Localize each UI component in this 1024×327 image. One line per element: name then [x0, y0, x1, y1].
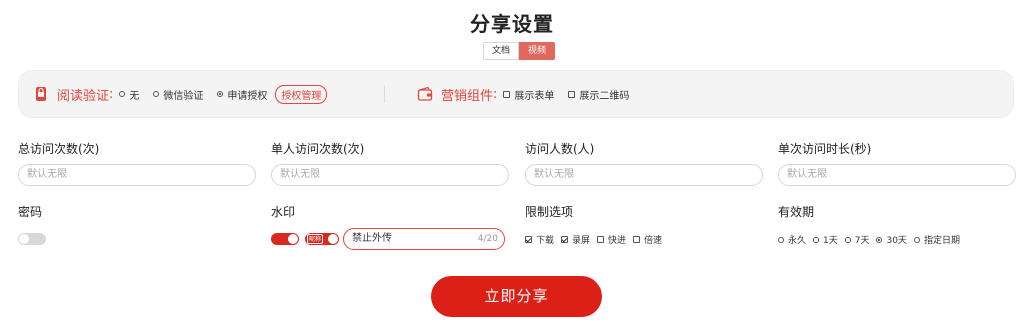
- radio-checked-icon: [217, 91, 224, 97]
- nickname-tag: 昵称: [307, 234, 324, 244]
- checkbox-icon: [568, 90, 576, 98]
- total-visits-label: 总访问次数(次): [18, 142, 100, 156]
- password-toggle[interactable]: [18, 233, 46, 245]
- checkbox-icon: [503, 90, 511, 98]
- nickname-toggle[interactable]: 昵称: [305, 233, 339, 245]
- marketing-colon: :: [493, 86, 498, 102]
- single-duration-label: 单次访问时长(秒): [778, 142, 872, 156]
- visitor-count-input[interactable]: 默认无限: [525, 164, 763, 186]
- radio-checked-icon: [876, 236, 883, 243]
- validity-option-30day[interactable]: 30天: [876, 233, 907, 246]
- phone-lock-icon: [36, 87, 46, 101]
- limits-label: 限制选项: [525, 205, 574, 219]
- marketing-title: 营销组件: [441, 88, 494, 104]
- share-now-button[interactable]: 立即分享: [431, 276, 602, 317]
- toggle-knob: [328, 234, 338, 244]
- radio-icon: [153, 91, 160, 97]
- radio-icon: [913, 236, 920, 243]
- watermark-text-input[interactable]: 禁止外传 4/20: [343, 228, 505, 250]
- radio-icon: [844, 236, 851, 243]
- limit-option-record[interactable]: 录屏: [561, 233, 590, 246]
- options-bar: 阅读验证 : 无 微信验证 申请授权 授权管理 营销组件 : 展示表单 展示二维…: [18, 70, 1014, 118]
- read-verify-group: 阅读验证 : 无 微信验证 申请授权 授权管理: [33, 71, 328, 117]
- single-visits-label: 单人访问次数(次): [271, 142, 365, 156]
- validity-options: 永久 1天 7天 30天 指定日期: [778, 233, 967, 246]
- option-label: 指定日期: [923, 236, 960, 246]
- radio-icon: [813, 236, 820, 243]
- read-verify-option-apply[interactable]: 申请授权: [217, 87, 267, 102]
- option-label: 展示表单: [514, 90, 555, 102]
- validity-option-1day[interactable]: 1天: [813, 233, 838, 246]
- total-visits-input[interactable]: 默认无限: [18, 164, 256, 186]
- toggle-knob: [288, 234, 298, 244]
- option-label: 30天: [886, 236, 907, 246]
- option-label: 申请授权: [227, 90, 268, 102]
- read-verify-option-wechat[interactable]: 微信验证: [153, 87, 203, 102]
- toggle-knob: [19, 234, 29, 244]
- option-label: 录屏: [572, 236, 591, 246]
- limit-option-download[interactable]: 下载: [525, 233, 554, 246]
- checkbox-checked-icon: [561, 236, 569, 243]
- marketing-option-form[interactable]: 展示表单: [503, 87, 554, 102]
- limit-option-speed[interactable]: 倍速: [633, 233, 662, 246]
- option-label: 无: [129, 90, 140, 102]
- radio-icon: [778, 236, 784, 243]
- validity-option-forever[interactable]: 永久: [778, 233, 806, 246]
- limit-options: 下载 录屏 快进 倍速: [525, 233, 669, 246]
- validity-label: 有效期: [778, 205, 815, 219]
- single-visits-input[interactable]: 默认无限: [271, 164, 509, 186]
- marketing-group: 营销组件 : 展示表单 展示二维码: [417, 71, 643, 117]
- char-counter: 4/20: [477, 234, 498, 244]
- checkbox-icon: [597, 236, 605, 243]
- single-duration-input[interactable]: 默认无限: [778, 164, 1016, 186]
- option-label: 微信验证: [163, 90, 204, 102]
- option-label: 1天: [823, 236, 838, 246]
- option-label: 永久: [788, 236, 807, 246]
- option-label: 7天: [854, 236, 870, 246]
- watermark-toggle[interactable]: [271, 233, 299, 245]
- wallet-icon: [417, 86, 433, 101]
- option-label: 倍速: [644, 236, 663, 246]
- radio-icon: [119, 91, 126, 97]
- visitor-count-label: 访问人数(人): [525, 142, 595, 156]
- doc-type-tabs: 文档 视频: [483, 42, 556, 60]
- marketing-option-qrcode[interactable]: 展示二维码: [568, 87, 629, 102]
- watermark-text: 禁止外传: [352, 233, 392, 244]
- auth-manage-link[interactable]: 授权管理: [275, 84, 328, 104]
- option-label: 展示二维码: [579, 90, 630, 102]
- page-title: 分享设置: [470, 12, 554, 36]
- tab-video[interactable]: 视频: [519, 42, 556, 60]
- group-divider: [384, 85, 385, 103]
- watermark-label: 水印: [271, 205, 296, 219]
- option-label: 下载: [536, 236, 555, 246]
- option-label: 快进: [608, 236, 627, 246]
- read-verify-option-none[interactable]: 无: [119, 87, 139, 102]
- limit-option-fastforward[interactable]: 快进: [597, 233, 626, 246]
- read-verify-colon: :: [109, 86, 114, 102]
- validity-option-custom[interactable]: 指定日期: [913, 233, 960, 246]
- validity-option-7day[interactable]: 7天: [844, 233, 870, 246]
- checkbox-icon: [633, 236, 641, 243]
- tab-document[interactable]: 文档: [483, 42, 520, 60]
- password-label: 密码: [18, 205, 43, 219]
- checkbox-checked-icon: [525, 236, 532, 243]
- read-verify-title: 阅读验证: [57, 88, 110, 104]
